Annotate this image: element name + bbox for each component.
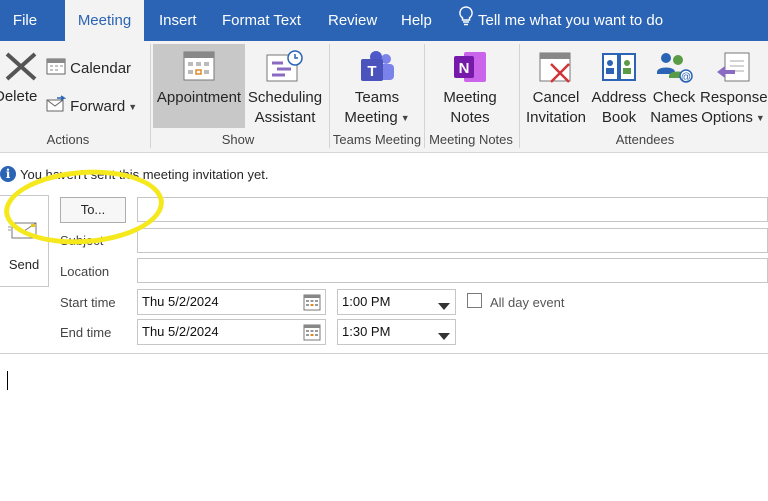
- forward-label: Forward: [70, 97, 126, 115]
- calendar-picker-icon[interactable]: [303, 323, 321, 346]
- calendar-picker-icon[interactable]: [303, 293, 321, 316]
- group-label-show: Show: [221, 132, 255, 147]
- chevron-down-icon: [438, 298, 450, 316]
- text-cursor: [7, 371, 8, 390]
- notes-label-line2: Notes: [450, 109, 490, 126]
- scheduling-assistant-icon: [246, 50, 324, 88]
- chevron-down-icon: [438, 328, 450, 346]
- info-icon: i: [0, 166, 16, 182]
- meeting-notes-button[interactable]: N Meeting Notes: [434, 50, 506, 128]
- check-label-line1: Check: [652, 89, 696, 106]
- start-time-value: 1:00 PM: [342, 294, 391, 309]
- chevron-down-icon: ▼: [128, 102, 138, 112]
- group-separator: [519, 44, 520, 148]
- check-names-button[interactable]: @ Check Names: [649, 50, 699, 128]
- response-options-button[interactable]: Response Options ▼: [700, 50, 768, 128]
- location-field[interactable]: [137, 258, 768, 283]
- scheduling-label-line2: Assistant: [254, 109, 316, 126]
- appointment-button[interactable]: Appointment: [153, 44, 245, 128]
- ribbon-tab-bar: File Meeting Insert Format Text Review H…: [0, 0, 768, 41]
- onenote-icon: N: [434, 50, 506, 88]
- group-label-actions: Actions: [46, 132, 90, 147]
- response-label-line1: Response: [700, 89, 768, 106]
- to-field[interactable]: [137, 197, 768, 222]
- address-book-button[interactable]: Address Book: [589, 50, 649, 128]
- message-body[interactable]: [0, 354, 768, 501]
- start-time-label: Start time: [60, 295, 116, 310]
- cancel-label-line1: Cancel: [532, 89, 580, 106]
- response-label-line2: Options: [701, 109, 753, 126]
- all-day-checkbox[interactable]: [467, 293, 482, 308]
- check-names-icon: @: [649, 50, 699, 88]
- location-label: Location: [60, 264, 110, 279]
- teams-label-line2-wrap: Meeting ▼: [338, 108, 416, 128]
- lightbulb-icon: [459, 1, 473, 42]
- cancel-invitation-button[interactable]: Cancel Invitation: [525, 50, 587, 128]
- group-separator: [329, 44, 330, 148]
- delete-label: Delete: [0, 88, 38, 105]
- start-date-value: Thu 5/2/2024: [142, 294, 219, 309]
- response-label-line2-wrap: Options ▼: [700, 108, 766, 128]
- teams-label-line2: Meeting: [344, 109, 398, 126]
- cancel-invitation-icon: [525, 50, 587, 88]
- address-book-icon: [589, 50, 649, 88]
- end-date-field[interactable]: Thu 5/2/2024: [137, 319, 326, 345]
- scheduling-assistant-button[interactable]: Scheduling Assistant: [246, 50, 324, 128]
- start-date-field[interactable]: Thu 5/2/2024: [137, 289, 326, 315]
- forward-button[interactable]: Forward ▼: [46, 95, 146, 117]
- appointment-label: Appointment: [156, 89, 242, 106]
- check-label-line2: Names: [650, 109, 698, 126]
- end-time-select[interactable]: 1:30 PM: [337, 319, 456, 345]
- address-label-line2: Book: [601, 109, 637, 126]
- svg-text:@: @: [681, 72, 691, 83]
- start-time-select[interactable]: 1:00 PM: [337, 289, 456, 315]
- all-day-label: All day event: [490, 295, 565, 310]
- delete-button[interactable]: Delete: [0, 49, 42, 117]
- svg-text:T: T: [367, 63, 376, 80]
- teams-label-line1: Teams: [354, 89, 400, 106]
- tab-meeting[interactable]: Meeting: [65, 0, 144, 41]
- teams-icon: T: [338, 50, 416, 88]
- appointment-icon: [153, 50, 245, 88]
- response-options-icon: [700, 50, 766, 88]
- group-separator: [150, 44, 151, 148]
- notes-label-line1: Meeting: [443, 89, 497, 106]
- group-label-attendees: Attendees: [615, 132, 675, 147]
- tab-format-text[interactable]: Format Text: [222, 0, 301, 41]
- delete-icon: [0, 49, 42, 87]
- address-label-line1: Address: [591, 89, 647, 106]
- end-date-value: Thu 5/2/2024: [142, 324, 219, 339]
- scheduling-label-line1: Scheduling: [247, 89, 323, 106]
- calendar-button[interactable]: Calendar: [46, 57, 136, 79]
- chevron-down-icon: ▼: [400, 113, 410, 124]
- calendar-icon: [46, 57, 66, 81]
- ribbon: Delete Calendar Forward▼ Actions Appoint…: [0, 41, 768, 153]
- tab-insert[interactable]: Insert: [159, 0, 197, 41]
- tab-file[interactable]: File: [0, 0, 50, 41]
- group-label-meeting-notes: Meeting Notes: [429, 132, 513, 147]
- chevron-down-icon: ▼: [755, 113, 765, 124]
- teams-meeting-button[interactable]: T Teams Meeting ▼: [338, 50, 416, 128]
- svg-text:N: N: [459, 60, 470, 77]
- end-time-value: 1:30 PM: [342, 324, 391, 339]
- subject-field[interactable]: [137, 228, 768, 253]
- tell-me-box[interactable]: Tell me what you want to do: [459, 0, 663, 41]
- send-label: Send: [8, 257, 40, 272]
- group-label-teams-meeting: Teams Meeting: [332, 132, 422, 147]
- cancel-label-line2: Invitation: [525, 109, 587, 126]
- end-time-label: End time: [60, 325, 112, 340]
- calendar-label: Calendar: [70, 59, 132, 77]
- tell-me-label: Tell me what you want to do: [478, 12, 664, 29]
- tab-review[interactable]: Review: [328, 0, 377, 41]
- tab-help[interactable]: Help: [401, 0, 432, 41]
- forward-icon: [46, 95, 67, 119]
